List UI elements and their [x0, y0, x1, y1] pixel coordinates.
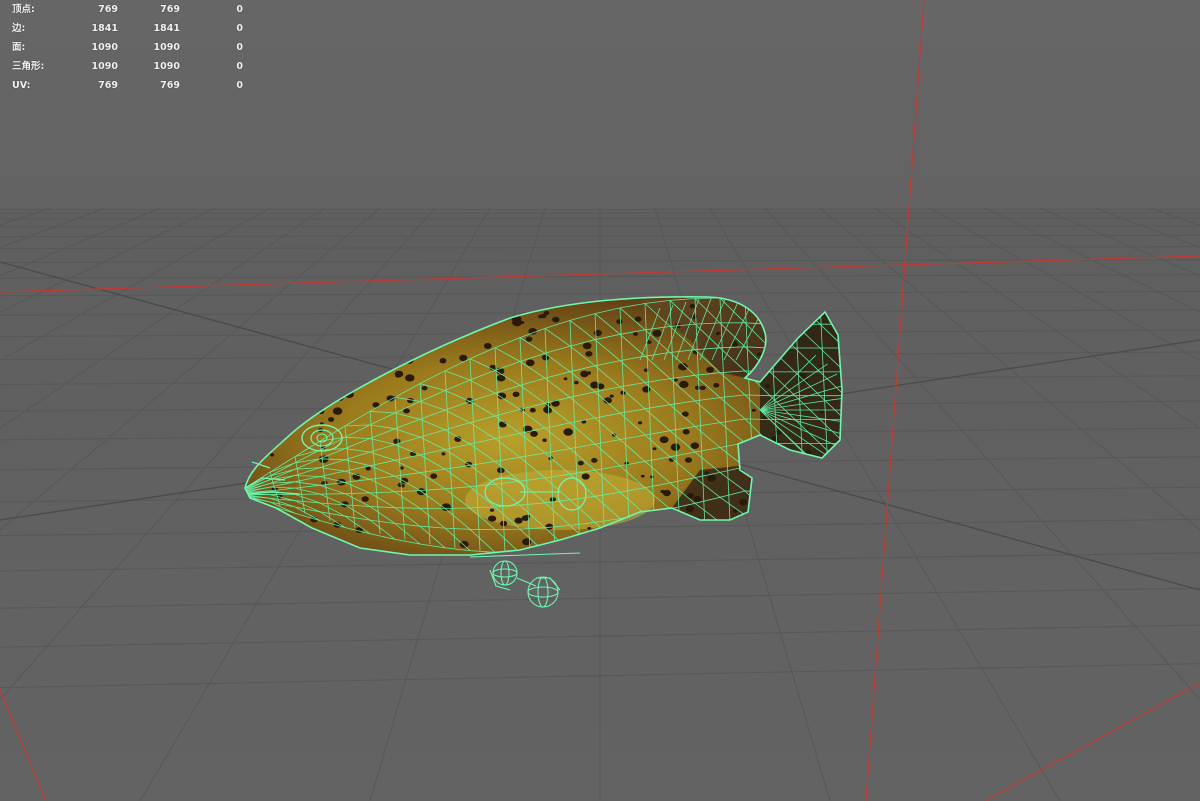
hud-value: 0	[236, 80, 243, 91]
hud-value: 769	[98, 4, 118, 15]
hud-value: 769	[98, 80, 118, 91]
hud-label: UV:	[12, 80, 31, 91]
hud-value: 1841	[153, 23, 180, 34]
hud-value: 1090	[153, 61, 180, 72]
hud-row-triangles: 三角形: 1090 1090 0	[12, 57, 252, 76]
hud-row-uvs: UV: 769 769 0	[12, 76, 252, 95]
hud-value: 769	[160, 4, 180, 15]
hud-value: 1090	[153, 42, 180, 53]
hud-label: 边:	[12, 23, 26, 34]
poly-count-hud: 顶点: 769 769 0 边: 1841 1841 0 面: 1090 109…	[12, 0, 252, 95]
hud-label: 顶点:	[12, 4, 35, 15]
hud-value: 1841	[91, 23, 118, 34]
hud-row-faces: 面: 1090 1090 0	[12, 38, 252, 57]
hud-value: 1090	[91, 42, 118, 53]
hud-value: 1090	[91, 61, 118, 72]
hud-row-vertices: 顶点: 769 769 0	[12, 0, 252, 19]
hud-value: 769	[160, 80, 180, 91]
hud-label: 三角形:	[12, 61, 45, 72]
viewport-canvas[interactable]	[0, 0, 1200, 801]
hud-value: 0	[236, 42, 243, 53]
hud-value: 0	[236, 4, 243, 15]
hud-value: 0	[236, 23, 243, 34]
hud-value: 0	[236, 61, 243, 72]
hud-label: 面:	[12, 42, 26, 53]
hud-row-edges: 边: 1841 1841 0	[12, 19, 252, 38]
3d-viewport[interactable]: 顶点: 769 769 0 边: 1841 1841 0 面: 1090 109…	[0, 0, 1200, 801]
